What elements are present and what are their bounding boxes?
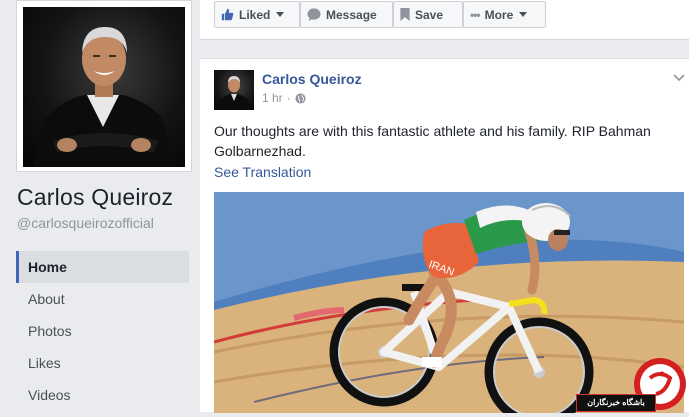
chevron-down-icon [519,12,528,17]
globe-icon [295,92,306,104]
news-agency-watermark: باشگاه خبرنگاران [570,356,689,412]
message-button[interactable]: Message [300,1,393,28]
page-action-bar: Liked Message Save ••• More [200,0,689,40]
nav-item-home[interactable]: Home [16,251,189,283]
post-timestamp[interactable]: 1 hr [262,91,283,105]
page-username: @carlosqueirozofficial [17,215,154,231]
nav-item-about[interactable]: About [16,283,189,315]
see-translation-link[interactable]: See Translation [214,164,311,180]
page-nav: Home About Photos Likes Videos [16,251,189,411]
post-message: Our thoughts are with this fantastic ath… [214,123,651,159]
save-button[interactable]: Save [393,1,463,28]
nav-item-photos[interactable]: Photos [16,315,189,347]
page-name[interactable]: Carlos Queiroz [17,184,173,211]
bookmark-icon [400,8,410,21]
thumbs-up-icon [221,8,234,21]
profile-picture-frame[interactable] [16,0,192,172]
liked-button[interactable]: Liked [214,1,300,28]
watermark-text: باشگاه خبرنگاران [576,394,656,412]
liked-label: Liked [239,7,271,22]
nav-item-videos[interactable]: Videos [16,379,189,411]
profile-photo[interactable] [23,7,185,167]
save-label: Save [415,7,444,22]
chevron-down-icon [276,12,285,17]
more-button[interactable]: ••• More [463,1,546,28]
more-label: More [484,7,514,22]
left-column: Carlos Queiroz @carlosqueirozofficial Ho… [0,0,200,412]
message-bubble-icon [307,8,321,21]
post-meta: 1 hr · [262,91,306,105]
post-options-chevron-icon[interactable] [673,69,685,87]
message-label: Message [326,7,377,22]
post-author-name[interactable]: Carlos Queiroz [262,71,362,87]
nav-item-likes[interactable]: Likes [16,347,189,379]
meta-separator: · [286,91,291,105]
post-author-avatar[interactable] [214,70,254,110]
more-dots-icon: ••• [470,7,481,22]
